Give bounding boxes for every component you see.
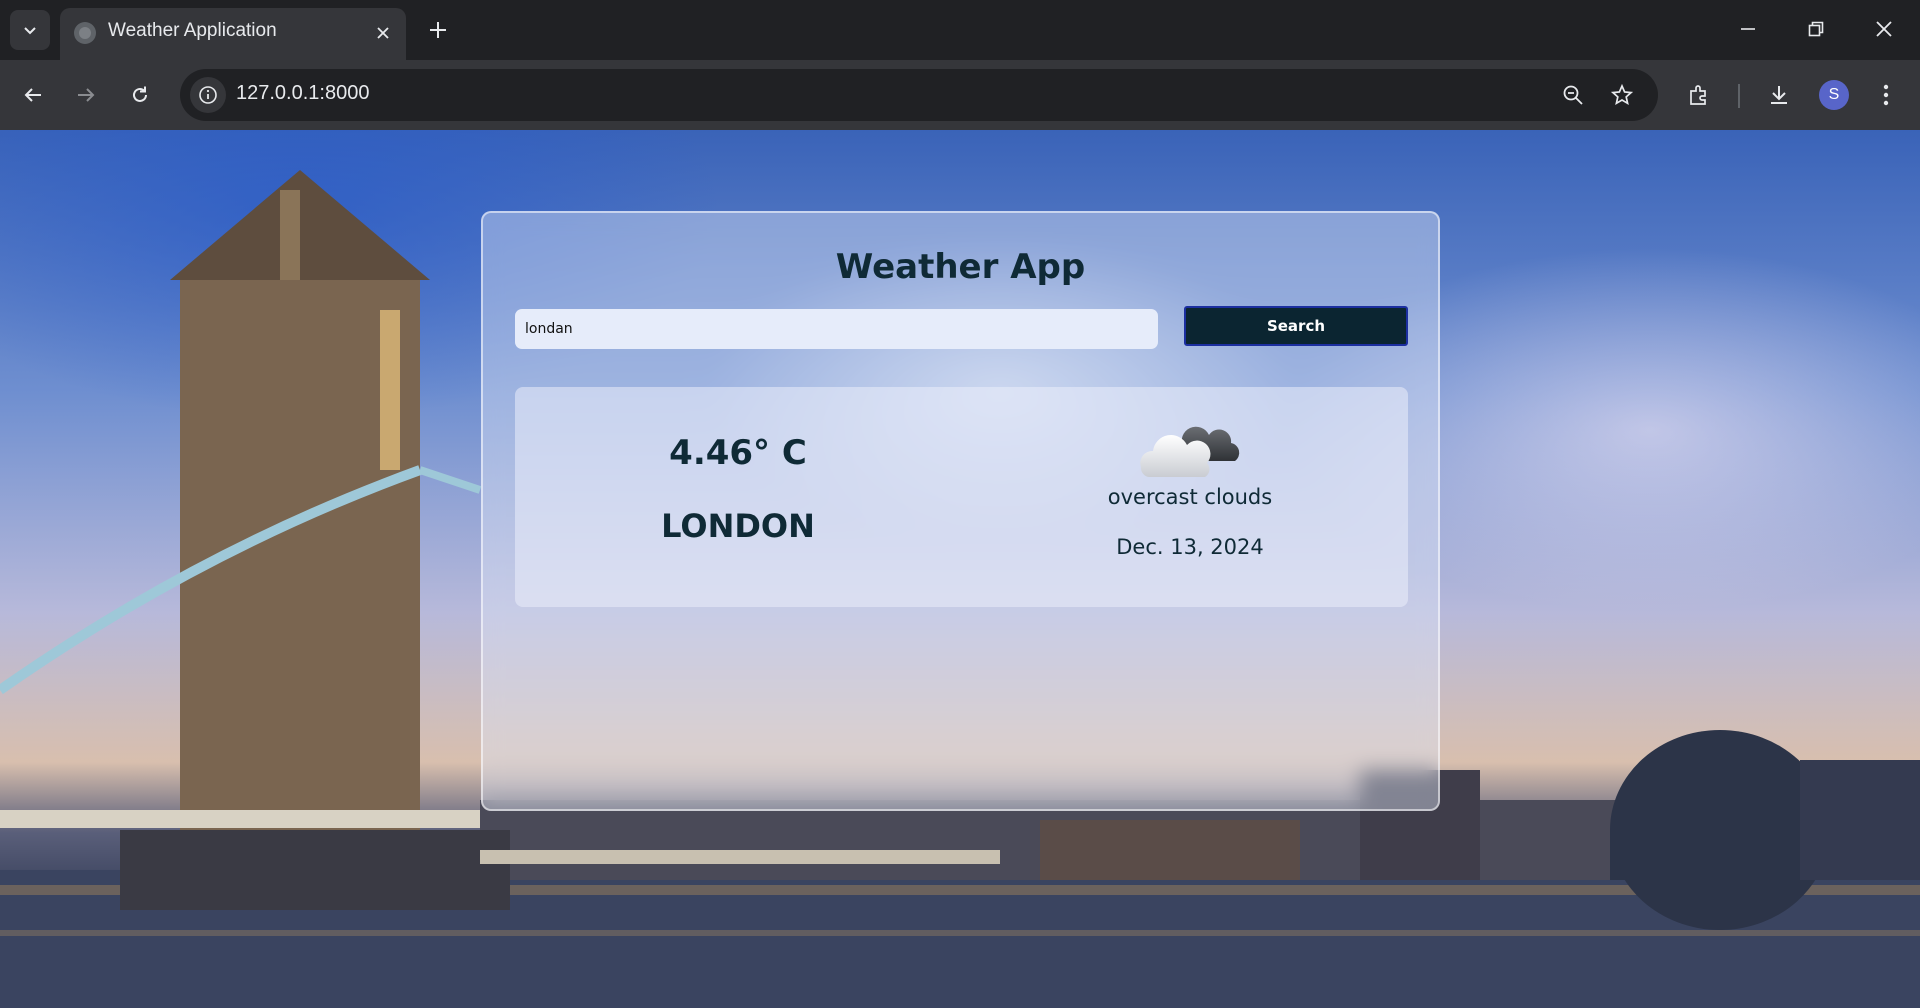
- weather-condition: overcast clouds: [1107, 485, 1273, 509]
- search-button[interactable]: Search: [1184, 306, 1408, 346]
- restore-icon: [1808, 21, 1824, 37]
- more-menu-icon[interactable]: [1864, 73, 1908, 117]
- site-info-icon[interactable]: [190, 77, 226, 113]
- plus-icon: [430, 22, 446, 38]
- extensions-icon[interactable]: [1677, 73, 1721, 117]
- reload-icon: [133, 86, 147, 102]
- overcast-clouds-icon: [1140, 426, 1240, 477]
- address-bar[interactable]: 127.0.0.1:8000: [180, 69, 1658, 121]
- close-icon: [377, 27, 389, 39]
- temperature: 4.46° C: [669, 433, 807, 473]
- page-title: Weather App: [835, 247, 1086, 287]
- forward-button[interactable]: [64, 73, 108, 117]
- tab-title: Weather Application: [108, 20, 277, 41]
- back-button[interactable]: [11, 73, 55, 117]
- close-icon: [1876, 21, 1892, 37]
- chevron-down-icon: [24, 27, 36, 35]
- tab-close-button[interactable]: [368, 18, 398, 48]
- browser-toolbar: 127.0.0.1:8000: [0, 60, 1920, 130]
- download-icon[interactable]: [1757, 73, 1801, 117]
- tab-search-button[interactable]: [10, 10, 50, 50]
- city-name: LONDON: [661, 507, 815, 545]
- profile-avatar[interactable]: S: [1819, 80, 1849, 110]
- weather-result-panel: 4.46° C LONDON overcast clouds Dec. 13, …: [515, 387, 1408, 607]
- arrow-right-icon: [78, 88, 95, 102]
- minimize-button[interactable]: [1714, 0, 1782, 58]
- weather-date: Dec. 13, 2024: [1116, 535, 1264, 559]
- page-viewport: Weather App Search 4.46° C LONDON overca…: [0, 130, 1920, 1008]
- browser-tabstrip: Weather Application: [0, 0, 1920, 60]
- bookmark-star-icon[interactable]: [1604, 77, 1640, 113]
- weather-card: Weather App Search 4.46° C LONDON overca…: [481, 211, 1440, 811]
- reload-button[interactable]: [118, 73, 162, 117]
- globe-icon: [74, 22, 96, 44]
- browser-tab[interactable]: Weather Application: [60, 8, 406, 60]
- new-tab-button[interactable]: [418, 12, 458, 48]
- arrow-left-icon: [24, 88, 41, 102]
- restore-button[interactable]: [1782, 0, 1850, 58]
- zoom-icon[interactable]: [1555, 77, 1591, 113]
- url-text[interactable]: 127.0.0.1:8000: [236, 82, 369, 105]
- minimize-icon: [1741, 28, 1755, 30]
- toolbar-divider: [1738, 84, 1740, 108]
- city-search-input[interactable]: [515, 309, 1158, 349]
- close-window-button[interactable]: [1850, 0, 1918, 58]
